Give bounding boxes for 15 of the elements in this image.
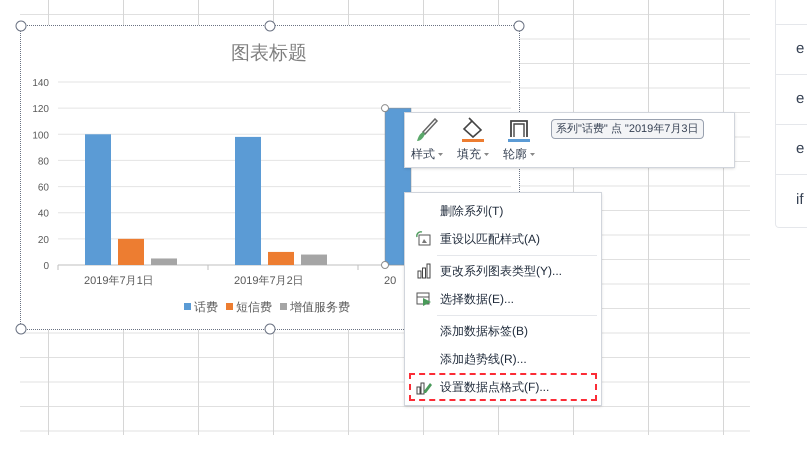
- axis-label: 20: [384, 275, 396, 287]
- axis-label: 20: [38, 234, 49, 246]
- axis-label: 2019年7月1日: [84, 275, 154, 287]
- axis-label: 2019年7月2日: [234, 275, 304, 287]
- axis-label: 40: [38, 208, 49, 220]
- legend-label: 增值服务费: [290, 300, 350, 314]
- legend-label: 短信费: [236, 300, 272, 314]
- axis-label: 80: [38, 156, 49, 168]
- axis-label: 0: [43, 261, 49, 272]
- chart-title: 图表标题: [231, 43, 307, 64]
- axis-label: 60: [38, 182, 49, 194]
- axis-label: 120: [32, 104, 49, 116]
- legend-label: 话费: [194, 300, 218, 314]
- axis-label: 140: [32, 78, 49, 89]
- axis-label: 100: [32, 130, 49, 142]
